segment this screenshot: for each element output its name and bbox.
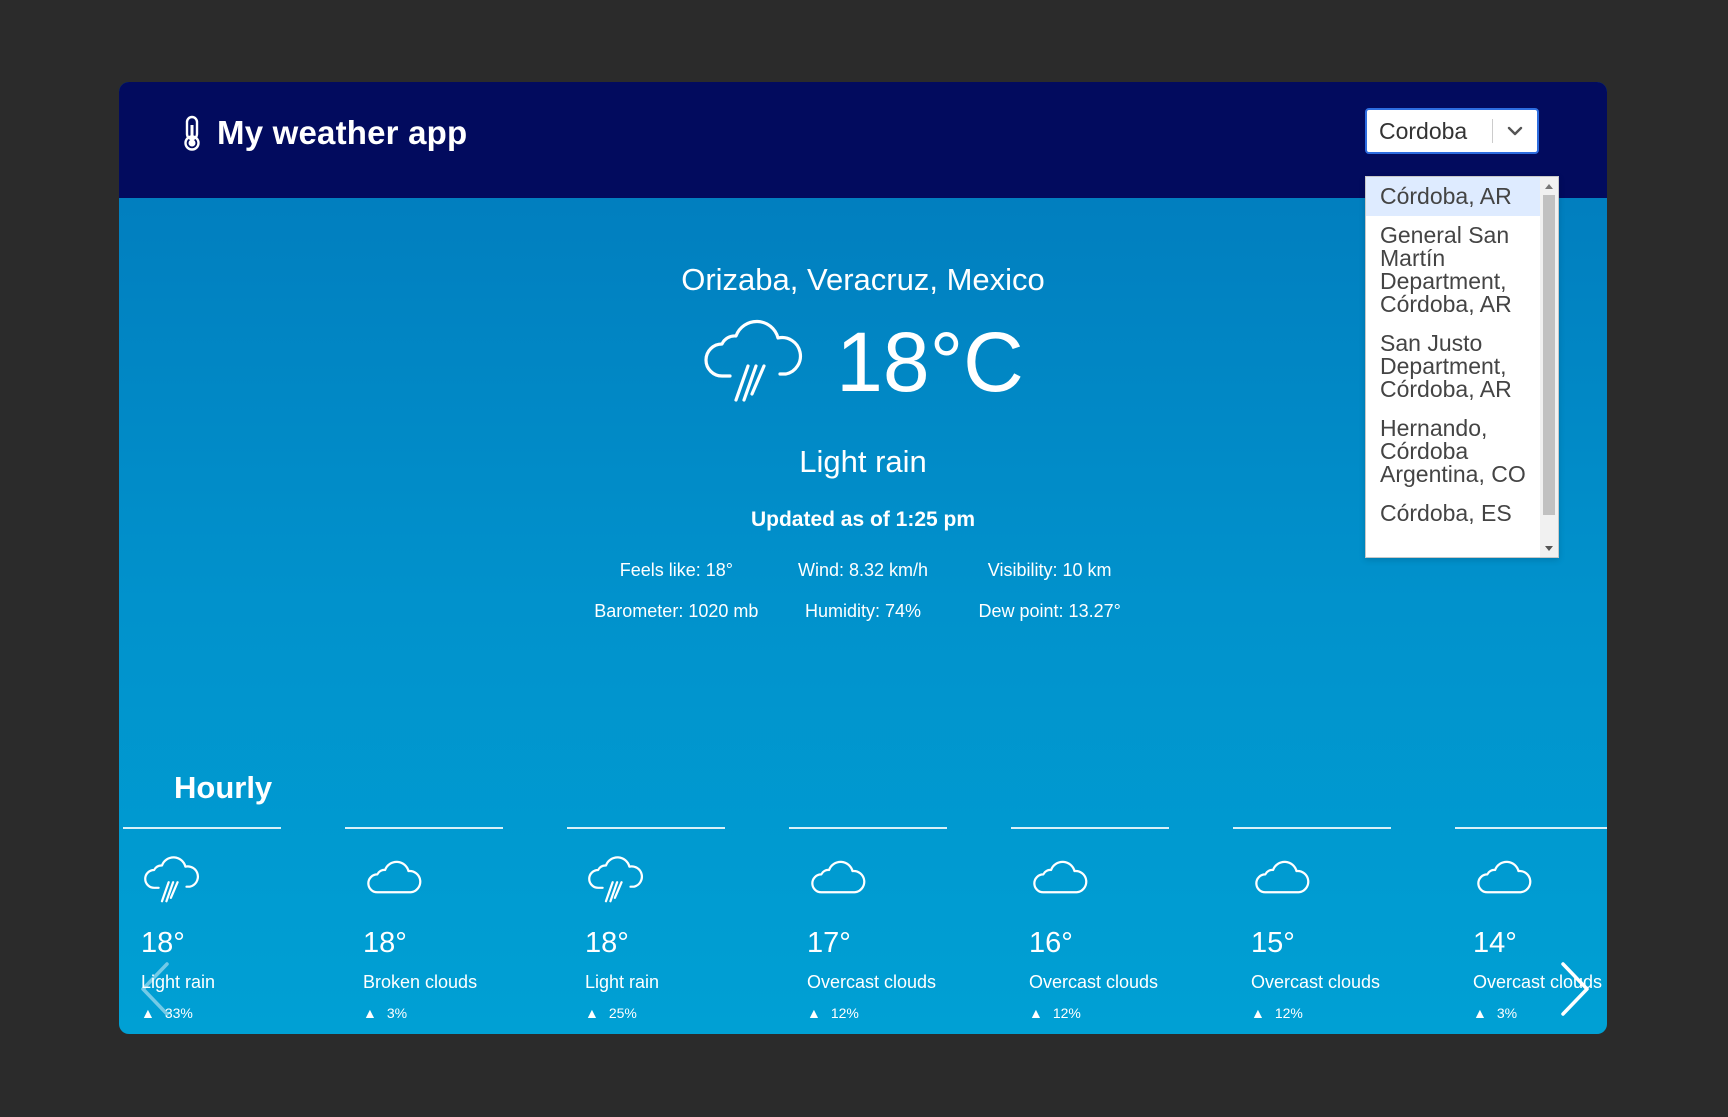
detail-barometer: Barometer: 1020 mb: [594, 601, 759, 621]
cloud-icon: [1255, 860, 1310, 894]
scrollbar-thumb[interactable]: [1543, 195, 1555, 515]
cloud-icon: [367, 860, 422, 894]
hourly-precip-value: 12%: [830, 1005, 859, 1021]
hourly-precip-value: 12%: [1274, 1005, 1303, 1021]
hourly-precip-value: 25%: [608, 1005, 637, 1021]
dropdown-scrollbar[interactable]: [1540, 177, 1558, 557]
scroll-up-icon[interactable]: [1540, 177, 1558, 195]
hourly-condition: Overcast clouds: [807, 972, 937, 992]
hourly-temp: 16°: [1029, 927, 1073, 959]
detail-visibility: Visibility: 10 km: [987, 560, 1112, 580]
hourly-temp: 15°: [1251, 927, 1295, 959]
hourly-precip: ▲ 12%: [1029, 1005, 1081, 1021]
card-divider: [345, 827, 503, 829]
weather-app: My weather app Cordoba Orizaba, Veracruz…: [119, 82, 1607, 1034]
hourly-card: 18° Light rain ▲ 25%: [567, 827, 725, 1034]
hourly-title: Hourly: [174, 770, 273, 805]
raindrop-icon: ▲: [1473, 1005, 1487, 1021]
cloud-icon: [1477, 860, 1532, 894]
detail-dew-point: Dew point: 13.27°: [978, 601, 1121, 621]
hourly-precip-value: 12%: [1052, 1005, 1081, 1021]
hourly-temp: 17°: [807, 927, 851, 959]
detail-wind: Wind: 8.32 km/h: [797, 560, 929, 580]
hourly-temp: 18°: [585, 927, 629, 959]
hourly-condition: Broken clouds: [363, 972, 478, 992]
city-search-select[interactable]: Cordoba: [1365, 108, 1539, 154]
hourly-card: 17° Overcast clouds ▲ 12%: [789, 827, 947, 1034]
hourly-precip: ▲ 3%: [1473, 1005, 1517, 1021]
raindrop-icon: ▲: [585, 1005, 599, 1021]
city-option[interactable]: Hernando, Córdoba Argentina, CO: [1366, 409, 1540, 494]
current-temperature: 18°C: [836, 315, 1024, 409]
hourly-condition: Overcast clouds: [1029, 972, 1159, 992]
hourly-card: 16° Overcast clouds ▲ 12%: [1011, 827, 1169, 1034]
hourly-precip: ▲ 12%: [807, 1005, 859, 1021]
hourly-precip-value: 3%: [386, 1005, 408, 1021]
hourly-precip: ▲ 12%: [1251, 1005, 1303, 1021]
hourly-condition: Overcast clouds: [1251, 972, 1381, 992]
city-option[interactable]: Córdoba, AR: [1366, 177, 1540, 216]
carousel-next-arrow-icon[interactable]: [1555, 958, 1595, 1020]
rain-cloud-icon: [144, 856, 199, 903]
cloud-icon: [1033, 860, 1088, 894]
city-options-list: Córdoba, AR General San Martín Departmen…: [1366, 177, 1540, 557]
hourly-precip: ▲ 3%: [363, 1005, 407, 1021]
raindrop-icon: ▲: [1251, 1005, 1265, 1021]
raindrop-icon: ▲: [363, 1005, 377, 1021]
scroll-down-icon[interactable]: [1540, 539, 1558, 557]
city-options-dropdown: Córdoba, AR General San Martín Departmen…: [1365, 176, 1559, 558]
hourly-temp: 18°: [141, 927, 185, 959]
card-divider: [567, 827, 725, 829]
thermometer-icon: [184, 115, 200, 151]
chevron-down-icon[interactable]: [1493, 109, 1537, 153]
app-title: My weather app: [217, 114, 468, 151]
raindrop-icon: ▲: [807, 1005, 821, 1021]
detail-feels-like: Feels like: 18°: [619, 560, 733, 580]
detail-humidity: Humidity: 74%: [804, 601, 922, 621]
cloud-icon: [811, 860, 866, 894]
city-option[interactable]: San Justo Department, Córdoba, AR: [1366, 324, 1540, 409]
card-divider: [1233, 827, 1391, 829]
hourly-carousel: 18° Light rain ▲ 33% 18° Broken clouds ▲…: [123, 827, 1607, 1034]
card-divider: [123, 827, 281, 829]
hourly-temp: 18°: [363, 927, 407, 959]
card-divider: [789, 827, 947, 829]
hourly-card: 18° Broken clouds ▲ 3%: [345, 827, 503, 1034]
hourly-condition: Light rain: [585, 972, 660, 992]
city-option[interactable]: General San Martín Department, Córdoba, …: [1366, 216, 1540, 324]
card-divider: [1455, 827, 1607, 829]
city-search-value[interactable]: Cordoba: [1367, 118, 1492, 145]
city-option[interactable]: Córdoba, ES: [1366, 494, 1540, 533]
rain-cloud-icon: [704, 319, 803, 402]
hourly-card: 15° Overcast clouds ▲ 12%: [1233, 827, 1391, 1034]
rain-cloud-icon: [588, 856, 643, 903]
hourly-temp: 14°: [1473, 927, 1517, 959]
brand: My weather app: [181, 114, 467, 152]
weather-details: Feels like: 18° Wind: 8.32 km/h Visibili…: [583, 560, 1143, 622]
carousel-prev-arrow-icon[interactable]: [135, 958, 175, 1020]
hourly-precip: ▲ 25%: [585, 1005, 637, 1021]
card-divider: [1011, 827, 1169, 829]
raindrop-icon: ▲: [1029, 1005, 1043, 1021]
hourly-precip-value: 3%: [1496, 1005, 1518, 1021]
